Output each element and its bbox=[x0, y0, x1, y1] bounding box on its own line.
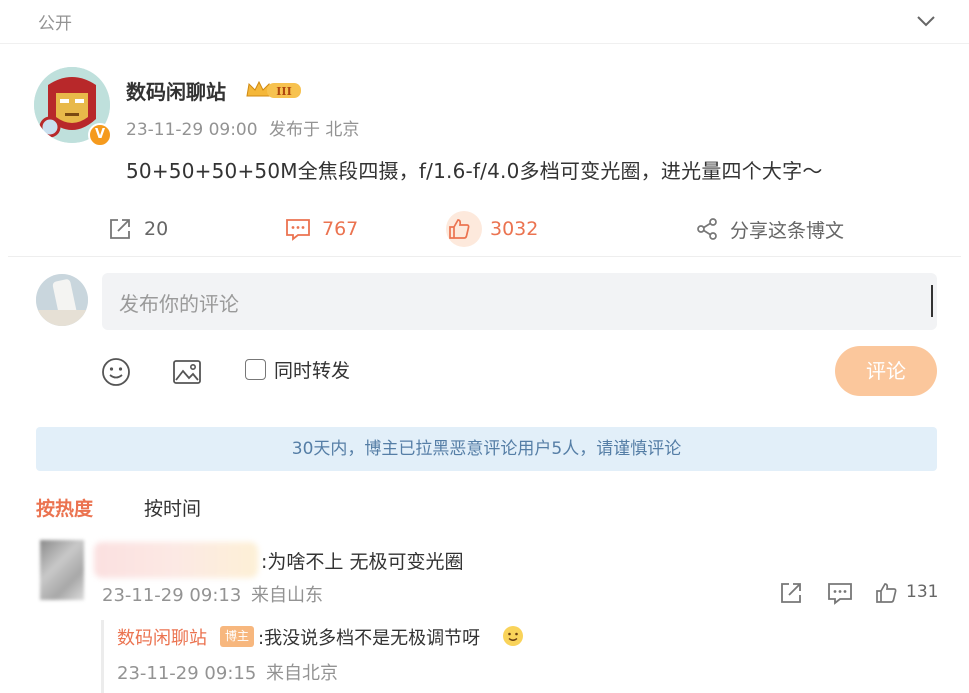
forward-button[interactable]: 20 bbox=[106, 205, 168, 253]
post-body: 50+50+50+50M全焦段四摄，f/1.6-f/4.0多档可变光圈，进光量四… bbox=[126, 159, 823, 183]
block-notice: 30天内，博主已拉黑恶意评论用户5人，请谨慎评论 bbox=[36, 427, 937, 471]
reply-text: :我没说多档不是无极调节呀 bbox=[258, 628, 481, 649]
reply-location: 来自北京 bbox=[266, 663, 339, 684]
comment-input-placeholder: 发布你的评论 bbox=[119, 292, 239, 316]
commenter-avatar[interactable] bbox=[40, 540, 84, 600]
post-author-name[interactable]: 数码闲聊站 bbox=[126, 76, 226, 105]
blogger-tag: 博主 bbox=[220, 626, 254, 647]
like-icon bbox=[449, 219, 470, 239]
comment-time: 23-11-29 09:13 bbox=[102, 585, 242, 606]
tab-sort-time[interactable]: 按时间 bbox=[144, 494, 201, 521]
member-crown-icon[interactable]: III bbox=[245, 78, 305, 102]
like-button[interactable]: 3032 bbox=[446, 205, 538, 253]
post-meta: 23-11-29 09:00 发布于 北京 bbox=[126, 115, 365, 140]
commenter-name-blurred[interactable] bbox=[94, 542, 258, 578]
reply-thread-line bbox=[101, 620, 104, 693]
share-icon bbox=[697, 218, 717, 240]
forward-count: 20 bbox=[144, 218, 169, 240]
forward-icon bbox=[110, 219, 130, 239]
comment-meta: 23-11-29 09:13 来自山东 bbox=[102, 581, 327, 607]
comment-reply-icon[interactable] bbox=[826, 579, 854, 607]
emoji-icon[interactable] bbox=[100, 354, 132, 390]
like-icon-bg bbox=[446, 211, 482, 247]
post-location: 发布于 北京 bbox=[268, 120, 360, 140]
reply-meta: 23-11-29 09:15 来自北京 bbox=[117, 659, 342, 685]
visibility-label: 公开 bbox=[38, 14, 72, 34]
image-icon[interactable] bbox=[171, 354, 203, 390]
comment-location: 来自山东 bbox=[251, 585, 324, 606]
visibility-bar: 公开 bbox=[0, 0, 969, 44]
comment-icon bbox=[286, 219, 310, 241]
comment-count: 767 bbox=[322, 218, 359, 240]
repost-checkbox[interactable] bbox=[245, 359, 266, 380]
repost-checkbox-label[interactable]: 同时转发 bbox=[274, 356, 350, 383]
reply-time: 23-11-29 09:15 bbox=[117, 663, 257, 684]
share-label: 分享这条博文 bbox=[730, 219, 845, 242]
smiling-face-icon bbox=[503, 626, 523, 646]
comment-text: :为啥不上 无极可变光圈 bbox=[261, 551, 464, 573]
tab-sort-hot[interactable]: 按热度 bbox=[36, 494, 93, 521]
post-action-bar: 20 767 3032 分享这条博文 bbox=[0, 205, 969, 253]
comment-like-count: 131 bbox=[906, 582, 939, 602]
share-button[interactable]: 分享这条博文 bbox=[694, 205, 844, 253]
comment-forward-icon[interactable] bbox=[777, 579, 805, 607]
post-time[interactable]: 23-11-29 09:00 bbox=[126, 120, 258, 140]
comment-button[interactable]: 767 bbox=[284, 205, 358, 253]
comment-input[interactable]: 发布你的评论 bbox=[102, 273, 937, 330]
text-caret bbox=[931, 285, 933, 317]
divider bbox=[8, 256, 961, 257]
submit-comment-button[interactable]: 评论 bbox=[835, 346, 937, 396]
like-count: 3032 bbox=[490, 218, 539, 240]
verified-badge: V bbox=[88, 123, 112, 147]
level-badge-text: III bbox=[276, 85, 291, 98]
reply-author-name[interactable]: 数码闲聊站 bbox=[117, 624, 207, 650]
chevron-down-icon[interactable] bbox=[913, 8, 939, 34]
my-avatar[interactable] bbox=[36, 274, 88, 326]
comment-like-icon[interactable] bbox=[873, 579, 901, 607]
